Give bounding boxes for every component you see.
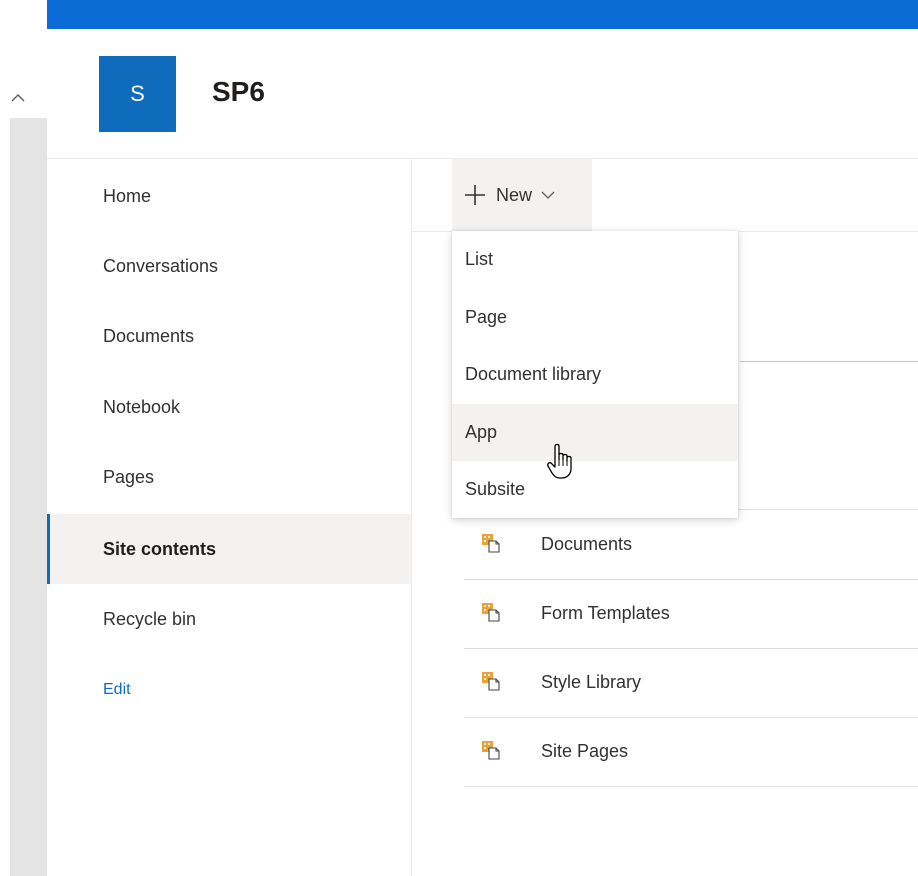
document-library-icon <box>482 534 500 553</box>
list-row-name[interactable]: Style Library <box>541 672 641 693</box>
nav-item-label: Notebook <box>103 396 181 417</box>
list-row-name[interactable]: Form Templates <box>541 603 670 624</box>
list-row[interactable]: Style Library <box>464 648 918 718</box>
menu-item-label: App <box>465 422 498 442</box>
menu-item-label: Page <box>465 307 508 327</box>
nav-item-home[interactable]: Home <box>47 161 411 231</box>
collapse-button[interactable] <box>0 80 47 118</box>
document-library-icon <box>482 672 500 691</box>
chevron-down-icon <box>541 191 555 199</box>
site-header: S SP6 <box>47 29 918 159</box>
edit-link-label: Edit <box>103 681 131 698</box>
menu-item-subsite[interactable]: Subsite <box>452 461 738 518</box>
nav-item-label: Recycle bin <box>103 608 197 629</box>
suite-bar <box>47 0 918 29</box>
list-row[interactable]: Documents <box>464 510 918 580</box>
menu-item-label: Subsite <box>465 479 526 499</box>
left-navigation: Home Conversations Documents Notebook Pa… <box>47 159 412 876</box>
nav-item-documents[interactable]: Documents <box>47 301 411 371</box>
site-logo[interactable]: S <box>99 56 176 132</box>
document-library-icon <box>482 603 500 622</box>
new-dropdown-menu: List Page Document library App Subsite <box>452 231 738 518</box>
list-row[interactable]: Site Pages <box>464 717 918 787</box>
menu-item-label: List <box>465 249 494 269</box>
nav-item-site-contents[interactable]: Site contents <box>47 514 411 584</box>
command-bar: New <box>412 159 918 232</box>
list-row[interactable]: Form Templates <box>464 579 918 649</box>
nav-item-label: Conversations <box>103 255 219 276</box>
new-button-label: New <box>496 184 533 205</box>
chevron-up-icon <box>11 94 25 102</box>
nav-item-notebook[interactable]: Notebook <box>47 372 411 442</box>
divider-line <box>740 361 918 362</box>
menu-item-list[interactable]: List <box>452 231 738 288</box>
site-title[interactable]: SP6 <box>212 76 265 108</box>
list-row-name[interactable]: Site Pages <box>541 741 628 762</box>
nav-item-label: Home <box>103 185 152 206</box>
nav-item-pages[interactable]: Pages <box>47 442 411 512</box>
document-library-icon <box>482 741 500 760</box>
nav-item-conversations[interactable]: Conversations <box>47 231 411 301</box>
nav-edit-link[interactable]: Edit <box>47 655 411 725</box>
list-row-name[interactable]: Documents <box>541 534 632 555</box>
hand-pointer-cursor-icon <box>547 443 572 479</box>
plus-icon <box>465 185 485 205</box>
new-button[interactable]: New <box>452 159 592 231</box>
menu-item-page[interactable]: Page <box>452 289 738 346</box>
nav-item-label: Pages <box>103 466 155 487</box>
nav-item-label: Documents <box>103 325 195 346</box>
nav-item-recycle-bin[interactable]: Recycle bin <box>47 584 411 654</box>
menu-item-document-library[interactable]: Document library <box>452 346 738 403</box>
left-scrollbar-track[interactable] <box>10 118 47 876</box>
menu-item-label: Document library <box>465 364 602 384</box>
menu-item-app[interactable]: App <box>452 404 738 461</box>
nav-item-label: Site contents <box>103 538 217 559</box>
